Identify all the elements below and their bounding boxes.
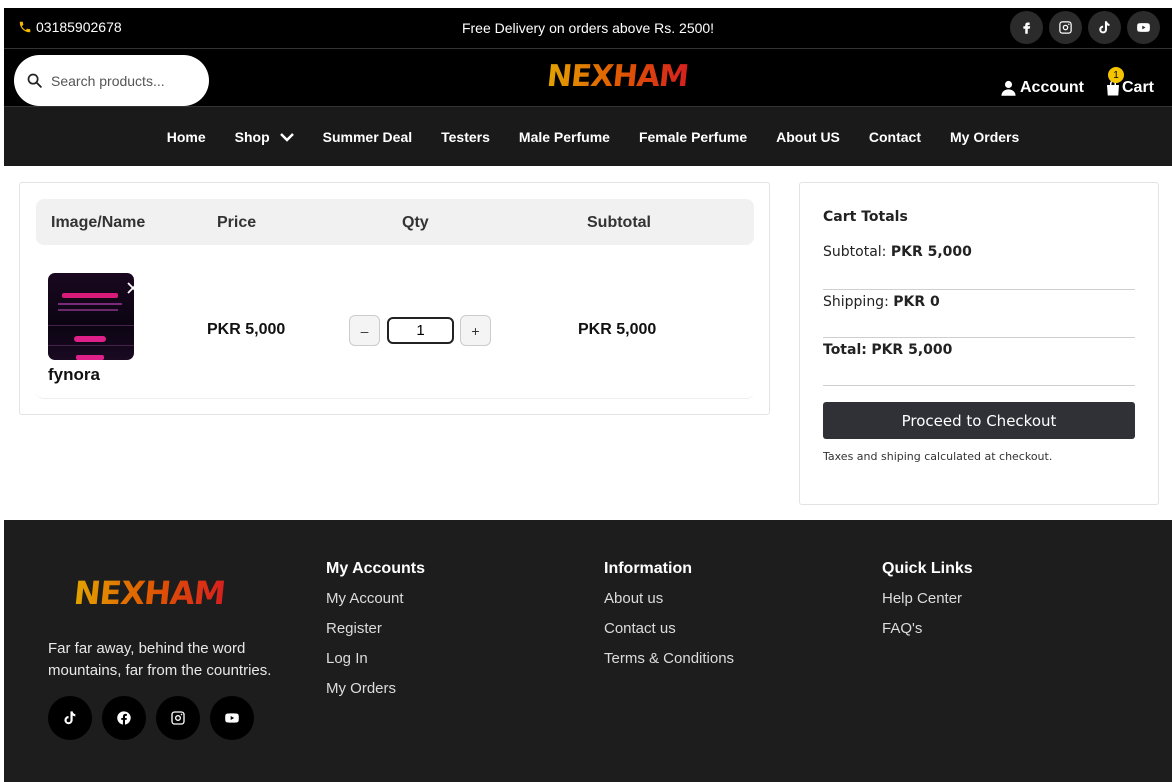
footer-col-title: Quick Links: [882, 560, 973, 577]
col-qty: Qty: [402, 214, 429, 231]
product-price: PKR 5,000: [207, 321, 286, 338]
instagram-icon[interactable]: [156, 696, 200, 740]
search-icon: [27, 73, 42, 88]
table-header: Image/Name Price Qty Subtotal: [36, 199, 754, 245]
shipping-value: PKR 0: [893, 294, 940, 310]
close-icon: [127, 282, 134, 294]
nav-female-perfume[interactable]: Female Perfume: [639, 129, 747, 145]
youtube-icon[interactable]: [210, 696, 254, 740]
total-value: PKR 5,000: [871, 342, 953, 358]
footer-description: Far far away, behind the word mountains,…: [48, 640, 272, 679]
shipping-line: Shipping: PKR 0: [823, 294, 940, 310]
nav-about-us[interactable]: About US: [776, 129, 840, 145]
nav-male-perfume[interactable]: Male Perfume: [519, 129, 610, 145]
logo[interactable]: NEXHAM: [545, 59, 690, 99]
remove-item-button[interactable]: [127, 281, 134, 294]
divider: [823, 337, 1135, 338]
account-link[interactable]: Account: [1000, 79, 1084, 97]
qty-increase-button[interactable]: +: [460, 315, 491, 346]
footer-link-terms[interactable]: Terms & Conditions: [604, 650, 734, 680]
product-name[interactable]: fynora: [48, 365, 100, 385]
cart-table: Image/Name Price Qty Subtotal fynora PKR…: [19, 182, 770, 415]
top-bar: 03185902678 Free Delivery on orders abov…: [4, 8, 1172, 48]
chevron-down-icon: [279, 132, 294, 142]
row-subtotal: PKR 5,000: [578, 321, 657, 338]
footer-link-my-account[interactable]: My Account: [326, 590, 425, 620]
table-row: fynora PKR 5,000 – + PKR 5,000: [36, 245, 754, 399]
col-subtotal: Subtotal: [587, 214, 651, 231]
footer-col-my-accounts: My Accounts My Account Register Log In M…: [326, 560, 425, 710]
total-line: Total: PKR 5,000: [823, 342, 952, 358]
promo-text: Free Delivery on orders above Rs. 2500!: [461, 20, 715, 36]
cart-label: Cart: [1122, 79, 1155, 96]
cart-totals: Cart Totals Subtotal: PKR 5,000 Shipping…: [799, 182, 1159, 505]
top-social-links: [1010, 11, 1160, 44]
footer-col-title: Information: [604, 560, 692, 577]
account-label: Account: [1020, 79, 1084, 96]
total-label: Total:: [823, 342, 867, 358]
qty-input[interactable]: [387, 317, 454, 344]
youtube-icon[interactable]: [1127, 11, 1160, 44]
footer-col-quick-links: Quick Links Help Center FAQ's: [882, 560, 973, 650]
nav-shop[interactable]: Shop: [235, 129, 294, 145]
nav-testers[interactable]: Testers: [441, 129, 490, 145]
footer-col-title: My Accounts: [326, 560, 425, 577]
footer-col-information: Information About us Contact us Terms & …: [604, 560, 734, 680]
logo-text: NEXHAM: [545, 59, 690, 94]
search-input[interactable]: [51, 72, 191, 89]
qty-decrease-button[interactable]: –: [349, 315, 380, 346]
footer-link-help-center[interactable]: Help Center: [882, 590, 973, 620]
product-image[interactable]: [48, 273, 134, 360]
nav-home[interactable]: Home: [167, 129, 206, 145]
checkout-note: Taxes and shiping calculated at checkout…: [823, 450, 1053, 463]
facebook-icon[interactable]: [1010, 11, 1043, 44]
facebook-icon[interactable]: [102, 696, 146, 740]
nav-shop-label: Shop: [234, 128, 270, 145]
nav-my-orders[interactable]: My Orders: [950, 129, 1019, 145]
instagram-icon[interactable]: [1049, 11, 1082, 44]
divider: [823, 385, 1135, 386]
footer: NEXHAM Far far away, behind the word mou…: [4, 520, 1172, 782]
nav-contact[interactable]: Contact: [869, 129, 921, 145]
footer-link-contact-us[interactable]: Contact us: [604, 620, 734, 650]
cart-count-badge: 1: [1108, 67, 1124, 83]
search-box[interactable]: [14, 55, 209, 106]
footer-link-log-in[interactable]: Log In: [326, 650, 425, 680]
divider: [823, 289, 1135, 290]
footer-link-faqs[interactable]: FAQ's: [882, 620, 973, 650]
subtotal-label: Subtotal:: [823, 244, 887, 260]
col-image-name: Image/Name: [51, 214, 146, 231]
page: 03185902678 Free Delivery on orders abov…: [4, 8, 1172, 782]
header: NEXHAM Account 1 Cart: [4, 48, 1172, 106]
footer-link-register[interactable]: Register: [326, 620, 425, 650]
proceed-to-checkout-button[interactable]: Proceed to Checkout: [823, 402, 1135, 439]
col-price: Price: [217, 214, 257, 231]
shipping-label: Shipping:: [823, 294, 889, 310]
nav-summer-deal[interactable]: Summer Deal: [323, 129, 412, 145]
subtotal-line: Subtotal: PKR 5,000: [823, 244, 972, 260]
footer-link-about-us[interactable]: About us: [604, 590, 734, 620]
footer-social-links: [48, 696, 254, 740]
footer-logo[interactable]: NEXHAM: [72, 574, 227, 612]
subtotal-value: PKR 5,000: [890, 244, 972, 260]
tiktok-icon[interactable]: [48, 696, 92, 740]
user-icon: [1001, 80, 1016, 96]
cart-link[interactable]: 1 Cart: [1104, 67, 1155, 97]
cart-totals-title: Cart Totals: [823, 209, 908, 225]
footer-logo-text: NEXHAM: [72, 574, 227, 612]
main-nav: Home Shop Summer Deal Testers Male Perfu…: [4, 106, 1172, 166]
footer-link-my-orders[interactable]: My Orders: [326, 680, 425, 710]
tiktok-icon[interactable]: [1088, 11, 1121, 44]
